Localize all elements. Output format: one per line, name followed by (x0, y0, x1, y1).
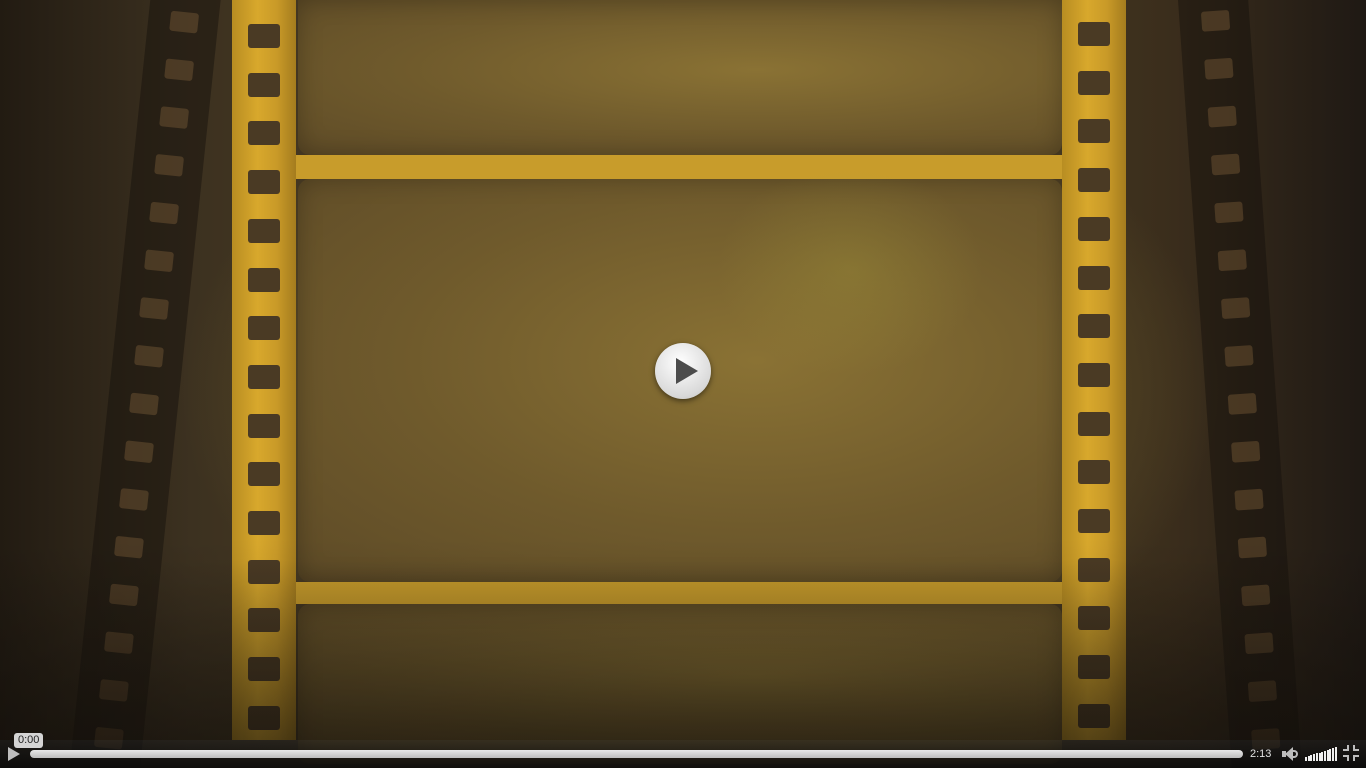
sprocket-hole (169, 10, 200, 34)
sprocket-hole (1078, 22, 1110, 46)
sprocket-hole (1231, 440, 1261, 463)
sprocket-hole (248, 462, 280, 487)
sprocket-hole (1234, 488, 1264, 511)
sprocket-hole (1078, 216, 1110, 241)
sprocket-hole (1078, 362, 1110, 387)
film-frame-top (298, 0, 1062, 155)
sprocket-hole (1204, 57, 1234, 80)
volume-level-bar (1334, 747, 1337, 761)
sprocket-hole (1237, 536, 1268, 559)
volume-level-bar (1326, 749, 1329, 761)
sprocket-hole (1078, 70, 1110, 95)
sprocket-hole (1078, 509, 1110, 533)
current-time-tooltip: 0:00 (14, 733, 44, 748)
sprocket-hole (1078, 460, 1110, 485)
sprocket-hole (1078, 119, 1110, 144)
play-icon (676, 358, 698, 384)
sprocket-hole (248, 121, 280, 146)
volume-level-bar (1310, 755, 1313, 761)
mute-button[interactable] (1281, 746, 1299, 762)
volume-level-bar (1318, 752, 1321, 761)
sprocket-hole (248, 170, 280, 195)
exit-fullscreen-icon-part (1343, 755, 1349, 761)
sprocket-hole (139, 297, 170, 320)
big-play-button[interactable] (655, 343, 711, 399)
sprocket-hole (1217, 249, 1247, 272)
sprocket-hole (164, 58, 195, 82)
volume-level-bar (1332, 748, 1334, 761)
sprocket-hole (248, 267, 280, 292)
sprocket-hole (248, 413, 280, 438)
vignette (0, 560, 1366, 740)
exit-fullscreen-icon-part (1353, 745, 1359, 751)
film-frame-divider (232, 155, 1126, 179)
sprocket-hole (248, 316, 280, 341)
duration-label: 2:13 (1250, 748, 1272, 760)
sprocket-hole (1227, 392, 1257, 415)
sprocket-hole (1214, 201, 1244, 224)
speaker-wave (1293, 750, 1298, 758)
speaker-cone (1285, 747, 1293, 761)
sprocket-hole (159, 106, 190, 129)
sprocket-hole (1210, 153, 1241, 176)
sprocket-hole (124, 440, 154, 464)
sprocket-hole (1078, 411, 1110, 436)
sprocket-hole (248, 218, 280, 243)
sprocket-hole (149, 201, 180, 225)
sprocket-hole (134, 344, 164, 368)
volume-level-bar (1329, 748, 1332, 761)
sprocket-hole (113, 535, 144, 559)
sprocket-hole (248, 511, 280, 535)
sprocket-hole (154, 153, 185, 177)
video-area[interactable] (0, 0, 1366, 768)
volume-level-bar (1321, 751, 1324, 761)
sprocket-hole (1078, 265, 1110, 290)
play-icon (8, 747, 20, 761)
exit-fullscreen-button[interactable] (1343, 745, 1359, 761)
control-bar: 2:13 (0, 740, 1366, 768)
sprocket-hole (1200, 9, 1231, 32)
volume-level-bar (1313, 754, 1316, 761)
play-button[interactable] (6, 746, 22, 762)
sprocket-hole (248, 72, 280, 97)
exit-fullscreen-icon (1343, 745, 1349, 751)
sprocket-hole (1078, 314, 1110, 339)
volume-level-bar (1315, 753, 1318, 761)
sprocket-hole (1220, 297, 1251, 320)
sprocket-hole (248, 24, 280, 48)
sprocket-hole (1207, 105, 1237, 128)
sprocket-hole (248, 364, 280, 389)
seek-bar[interactable] (30, 750, 1243, 758)
volume-level-bar (1323, 750, 1326, 761)
exit-fullscreen-icon-part (1353, 755, 1359, 761)
volume-level-bar (1307, 756, 1310, 761)
volume-slider[interactable] (1305, 744, 1339, 764)
sprocket-hole (1224, 345, 1254, 367)
sprocket-hole (144, 249, 175, 273)
sprocket-hole (119, 488, 149, 511)
sprocket-hole (1078, 168, 1110, 193)
sprocket-hole (129, 392, 159, 416)
volume-level-bar (1305, 757, 1307, 761)
